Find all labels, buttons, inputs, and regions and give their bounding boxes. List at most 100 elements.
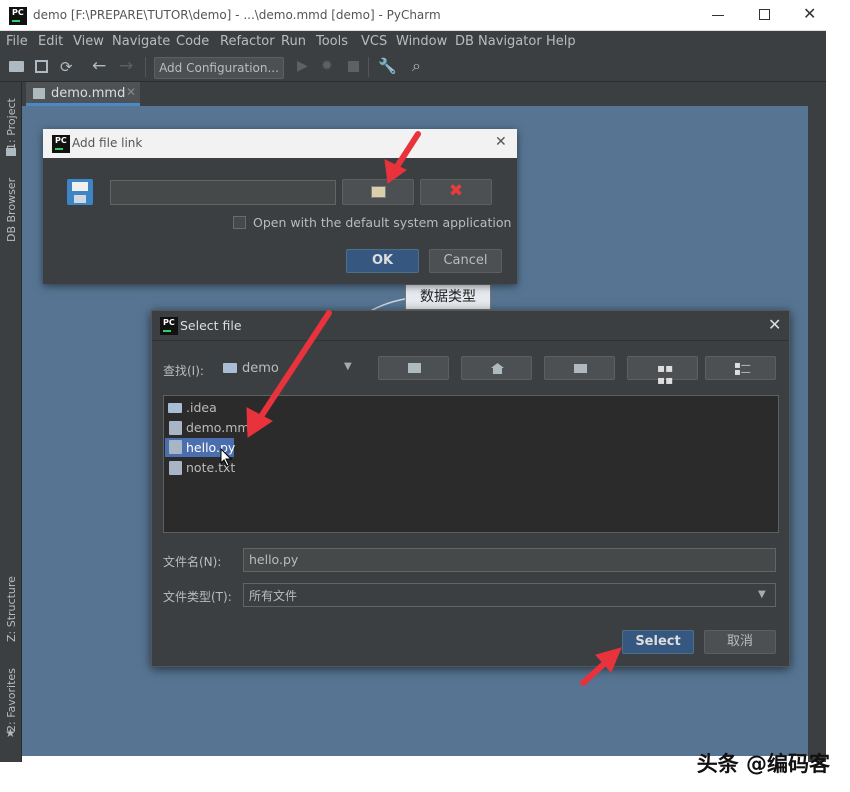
- grid-view-icon: ▪▪ ▪▪: [657, 361, 674, 387]
- minimize-button[interactable]: [712, 6, 726, 24]
- select-button[interactable]: Select: [622, 630, 694, 654]
- red-x-icon: ✖: [448, 181, 464, 201]
- details-view-button[interactable]: ▪— ▪—: [705, 356, 776, 380]
- dialog-title: Add file link: [72, 136, 143, 150]
- menu-edit[interactable]: Edit: [38, 34, 63, 49]
- forward-arrow-icon[interactable]: →: [119, 56, 133, 76]
- home-icon: [491, 363, 504, 374]
- search-icon[interactable]: ⌕: [412, 56, 421, 76]
- filetype-value: 所有文件: [249, 589, 298, 603]
- toolbar-separator-2: [368, 57, 369, 77]
- folder-browse-icon: [371, 186, 386, 198]
- look-in-combo[interactable]: demo ▼: [222, 356, 356, 380]
- dialog-title: Select file: [180, 318, 242, 333]
- toolbar-separator: [145, 57, 146, 77]
- menubar: File Edit View Navigate Code Refactor Ru…: [0, 31, 826, 53]
- dialog-titlebar: PC Select file ✕: [152, 311, 789, 341]
- right-tool-strip: [808, 106, 826, 762]
- db-browser-tab[interactable]: DB Browser: [5, 178, 18, 242]
- dialog-titlebar: PC Add file link ✕: [43, 129, 517, 158]
- save-icon[interactable]: [35, 60, 48, 73]
- file-list[interactable]: .idea demo.mmd hello.py note.txt: [163, 395, 779, 533]
- star-icon: ★: [5, 726, 16, 740]
- menu-file[interactable]: File: [6, 34, 28, 49]
- up-one-level-button[interactable]: [378, 356, 449, 380]
- stop-icon[interactable]: [348, 61, 359, 72]
- file-path-input[interactable]: [110, 180, 336, 205]
- menu-code[interactable]: Code: [176, 34, 209, 49]
- close-tab-icon[interactable]: ✕: [126, 85, 136, 99]
- add-configuration-button[interactable]: Add Configuration...: [154, 57, 284, 79]
- menu-view[interactable]: View: [73, 34, 104, 49]
- list-item[interactable]: note.txt: [167, 459, 247, 477]
- new-folder-icon: [574, 364, 587, 373]
- open-folder-icon[interactable]: [9, 61, 24, 72]
- ok-button[interactable]: OK: [346, 249, 419, 273]
- sync-icon[interactable]: ⟳: [60, 58, 73, 76]
- pycharm-logo-icon: PC: [9, 7, 27, 25]
- close-window-button[interactable]: ✕: [803, 4, 816, 23]
- run-icon[interactable]: ▶: [297, 58, 308, 74]
- up-folder-icon: [408, 363, 421, 373]
- watermark: 头条 @编码客: [696, 752, 830, 776]
- tab-label: demo.mmd: [51, 86, 126, 101]
- chevron-down-icon: ▼: [758, 589, 766, 600]
- menu-run[interactable]: Run: [281, 34, 306, 49]
- list-view-button[interactable]: ▪▪ ▪▪: [627, 356, 698, 386]
- main-toolbar: ⟳ ← → Add Configuration... ▶ ✹ 🔧 ⌕: [0, 53, 826, 82]
- favorites-tab[interactable]: 2: Favorites: [5, 668, 18, 732]
- file-icon: [169, 421, 182, 435]
- menu-help[interactable]: Help: [546, 34, 576, 49]
- floppy-disk-icon: [67, 179, 93, 205]
- window-titlebar: PC demo [F:\PREPARE\TUTOR\demo] - ...\de…: [0, 0, 826, 31]
- wrench-settings-icon[interactable]: 🔧: [378, 57, 397, 75]
- add-file-link-dialog: PC Add file link ✕ ✖ Open with the defau…: [43, 129, 517, 284]
- window-title: demo [F:\PREPARE\TUTOR\demo] - ...\demo.…: [33, 8, 441, 22]
- file-icon: [169, 461, 182, 475]
- folder-icon: [223, 363, 237, 373]
- maximize-button[interactable]: [759, 9, 770, 20]
- details-list-icon: ▪— ▪—: [734, 360, 751, 378]
- close-dialog-button[interactable]: ✕: [768, 315, 781, 334]
- pycharm-logo-icon: PC: [160, 317, 178, 335]
- filetype-label: 文件类型(T):: [163, 590, 232, 604]
- mouse-cursor-icon: [220, 448, 233, 467]
- close-dialog-button[interactable]: ✕: [495, 134, 507, 150]
- diagram-node[interactable]: 数据类型: [405, 284, 491, 310]
- clear-path-button[interactable]: ✖: [420, 179, 492, 205]
- filename-label: 文件名(N):: [163, 555, 222, 569]
- file-icon: [169, 440, 182, 454]
- debug-icon[interactable]: ✹: [321, 58, 333, 74]
- select-file-dialog: PC Select file ✕ 查找(I): demo ▼ ▪▪ ▪▪ ▪— ▪—…: [151, 310, 790, 667]
- new-folder-button[interactable]: [544, 356, 615, 380]
- mmd-file-icon: [33, 88, 45, 99]
- home-button[interactable]: [461, 356, 532, 380]
- back-arrow-icon[interactable]: ←: [92, 56, 106, 76]
- editor-tabbar: demo.mmd ✕: [22, 82, 826, 106]
- default-app-checkbox[interactable]: [233, 216, 246, 229]
- file-name: demo.mmd: [186, 420, 258, 435]
- menu-window[interactable]: Window: [396, 34, 447, 49]
- cancel-button[interactable]: 取消: [704, 630, 776, 654]
- tab-demo-mmd[interactable]: demo.mmd ✕: [26, 82, 140, 106]
- folder-icon: [168, 403, 182, 413]
- menu-tools[interactable]: Tools: [316, 34, 348, 49]
- file-name: .idea: [186, 400, 217, 415]
- menu-vcs[interactable]: VCS: [361, 34, 387, 49]
- chevron-down-icon: ▼: [344, 361, 352, 372]
- menu-db-navigator[interactable]: DB Navigator: [455, 34, 542, 49]
- menu-navigate[interactable]: Navigate: [112, 34, 170, 49]
- list-item[interactable]: demo.mmd: [167, 419, 258, 437]
- left-tool-strip: 1: Project DB Browser Z: Structure 2: Fa…: [0, 82, 22, 762]
- filename-input[interactable]: hello.py: [243, 548, 776, 572]
- minimize-icon: [712, 15, 724, 16]
- cancel-button[interactable]: Cancel: [429, 249, 502, 273]
- project-panel-tab[interactable]: 1: Project: [5, 98, 18, 150]
- list-item[interactable]: .idea: [167, 399, 237, 417]
- look-in-value: demo: [242, 361, 279, 376]
- look-in-label: 查找(I):: [163, 364, 204, 378]
- structure-tab[interactable]: Z: Structure: [5, 576, 18, 642]
- menu-refactor[interactable]: Refactor: [220, 34, 275, 49]
- browse-button[interactable]: [342, 179, 414, 205]
- filetype-select[interactable]: 所有文件 ▼: [243, 583, 776, 607]
